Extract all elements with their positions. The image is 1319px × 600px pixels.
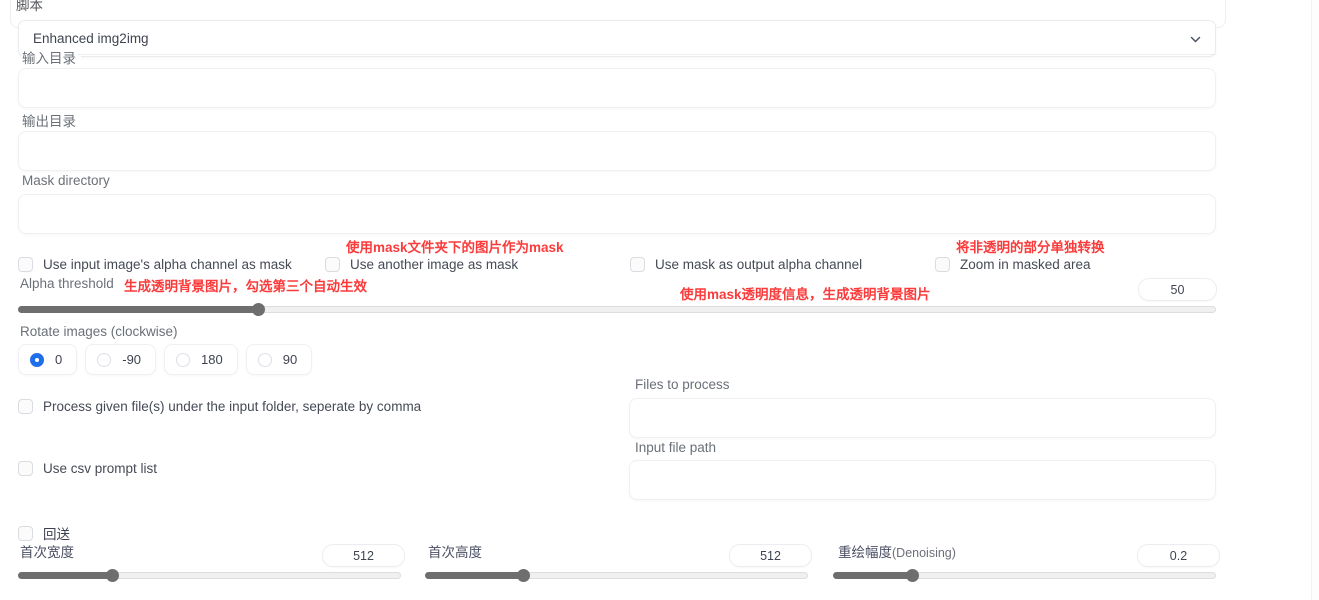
alpha-threshold-slider[interactable] xyxy=(18,303,1216,316)
checkbox-icon[interactable] xyxy=(18,461,33,476)
files-to-process-label: Files to process xyxy=(635,377,735,392)
slider-thumb[interactable] xyxy=(516,569,530,582)
rotate-radio-group[interactable]: 0 -90 180 90 xyxy=(18,344,313,375)
checkbox-label: Use mask as output alpha channel xyxy=(655,257,863,272)
first-height-value[interactable]: 512 xyxy=(729,544,812,567)
checkbox-label: Use csv prompt list xyxy=(43,461,158,476)
denoising-label-main: 重绘幅度 xyxy=(838,545,892,560)
checkbox-zoom-in-masked-area[interactable]: Zoom in masked area xyxy=(935,257,1091,272)
rotate-option-label: -90 xyxy=(122,352,142,367)
radio-icon[interactable] xyxy=(97,352,112,367)
script-dropdown[interactable]: Enhanced img2img xyxy=(18,20,1216,57)
first-height-label: 首次高度 xyxy=(428,545,482,560)
checkbox-label: Use input image's alpha channel as mask xyxy=(43,257,292,272)
checkbox-icon[interactable] xyxy=(630,257,645,272)
checkbox-label: Use another image as mask xyxy=(350,257,519,272)
script-fieldset-legend: 脚本 xyxy=(12,0,47,14)
radio-icon[interactable] xyxy=(257,352,272,367)
rotate-option-0[interactable]: 0 xyxy=(18,344,78,375)
alpha-threshold-value[interactable]: 50 xyxy=(1138,278,1217,301)
output-dir-textbox[interactable] xyxy=(18,131,1216,171)
checkbox-label: Zoom in masked area xyxy=(960,257,1091,272)
denoising-label: 重绘幅度(Denoising) xyxy=(838,541,956,561)
first-width-label: 首次宽度 xyxy=(20,545,74,560)
input-file-path-textbox[interactable] xyxy=(629,460,1216,500)
slider-thumb[interactable] xyxy=(905,569,919,582)
slider-fill xyxy=(18,306,258,313)
checkbox-icon[interactable] xyxy=(935,257,950,272)
checkbox-icon[interactable] xyxy=(18,399,33,414)
annotation-mask-folder: 使用mask文件夹下的图片作为mask xyxy=(346,240,564,255)
checkbox-icon[interactable] xyxy=(325,257,340,272)
radio-icon[interactable] xyxy=(176,352,191,367)
output-dir-label: 输出目录 xyxy=(22,110,81,130)
checkbox-process-given-files[interactable]: Process given file(s) under the input fo… xyxy=(18,399,421,414)
checkbox-mask-as-output-alpha[interactable]: Use mask as output alpha channel xyxy=(630,257,862,272)
checkbox-label: 回送 xyxy=(43,527,70,542)
rotate-option-label: 180 xyxy=(201,352,223,367)
app-root: 脚本 Enhanced img2img 输入目录 输出目录 Mask direc… xyxy=(0,0,1319,600)
script-dropdown-value: Enhanced img2img xyxy=(33,31,149,46)
input-dir-label-rule xyxy=(78,54,1216,55)
checkbox-loopback[interactable]: 回送 xyxy=(18,523,70,543)
annotation-zoom-masked: 将非透明的部分单独转换 xyxy=(956,240,1105,255)
denoising-slider[interactable] xyxy=(833,569,1216,582)
right-gutter xyxy=(1311,0,1319,600)
denoising-label-sub: (Denoising) xyxy=(892,546,956,560)
radio-icon[interactable] xyxy=(30,352,44,367)
slider-thumb[interactable] xyxy=(105,569,119,582)
slider-thumb[interactable] xyxy=(251,303,265,316)
first-width-slider[interactable] xyxy=(18,569,401,582)
mask-dir-textbox[interactable] xyxy=(18,194,1216,234)
slider-fill xyxy=(18,572,112,579)
enhanced-img2img-panel: 脚本 Enhanced img2img 输入目录 输出目录 Mask direc… xyxy=(0,0,1311,600)
checkbox-icon[interactable] xyxy=(18,525,33,541)
rotate-option-label: 90 xyxy=(282,352,298,367)
checkbox-label: Process given file(s) under the input fo… xyxy=(43,399,422,414)
checkbox-use-another-image[interactable]: Use another image as mask xyxy=(325,257,518,272)
files-to-process-textbox[interactable] xyxy=(629,398,1216,438)
input-dir-textbox[interactable] xyxy=(18,68,1216,108)
rotate-option-label: 0 xyxy=(55,352,63,367)
rotate-option-180[interactable]: 180 xyxy=(164,344,238,375)
rotate-option-neg90[interactable]: -90 xyxy=(85,344,157,375)
denoising-value[interactable]: 0.2 xyxy=(1137,544,1220,567)
first-width-value[interactable]: 512 xyxy=(322,544,405,567)
checkbox-icon[interactable] xyxy=(18,257,33,272)
annotation-alpha-threshold: 生成透明背景图片，勾选第三个自动生效 xyxy=(124,279,367,294)
input-file-path-label: Input file path xyxy=(635,440,722,455)
checkbox-use-input-alpha[interactable]: Use input image's alpha channel as mask xyxy=(18,257,292,272)
rotate-images-label: Rotate images (clockwise) xyxy=(20,324,183,339)
mask-dir-label: Mask directory xyxy=(22,173,115,188)
checkbox-use-csv-prompt-list[interactable]: Use csv prompt list xyxy=(18,461,157,476)
chevron-down-icon[interactable] xyxy=(1190,34,1201,45)
alpha-threshold-label: Alpha threshold xyxy=(20,276,114,291)
slider-fill xyxy=(425,572,523,579)
rotate-option-90[interactable]: 90 xyxy=(245,344,313,375)
annotation-mask-alpha-info: 使用mask透明度信息，生成透明背景图片 xyxy=(680,287,931,302)
first-height-slider[interactable] xyxy=(425,569,808,582)
slider-fill xyxy=(833,572,912,579)
input-dir-label: 输入目录 xyxy=(22,47,81,67)
